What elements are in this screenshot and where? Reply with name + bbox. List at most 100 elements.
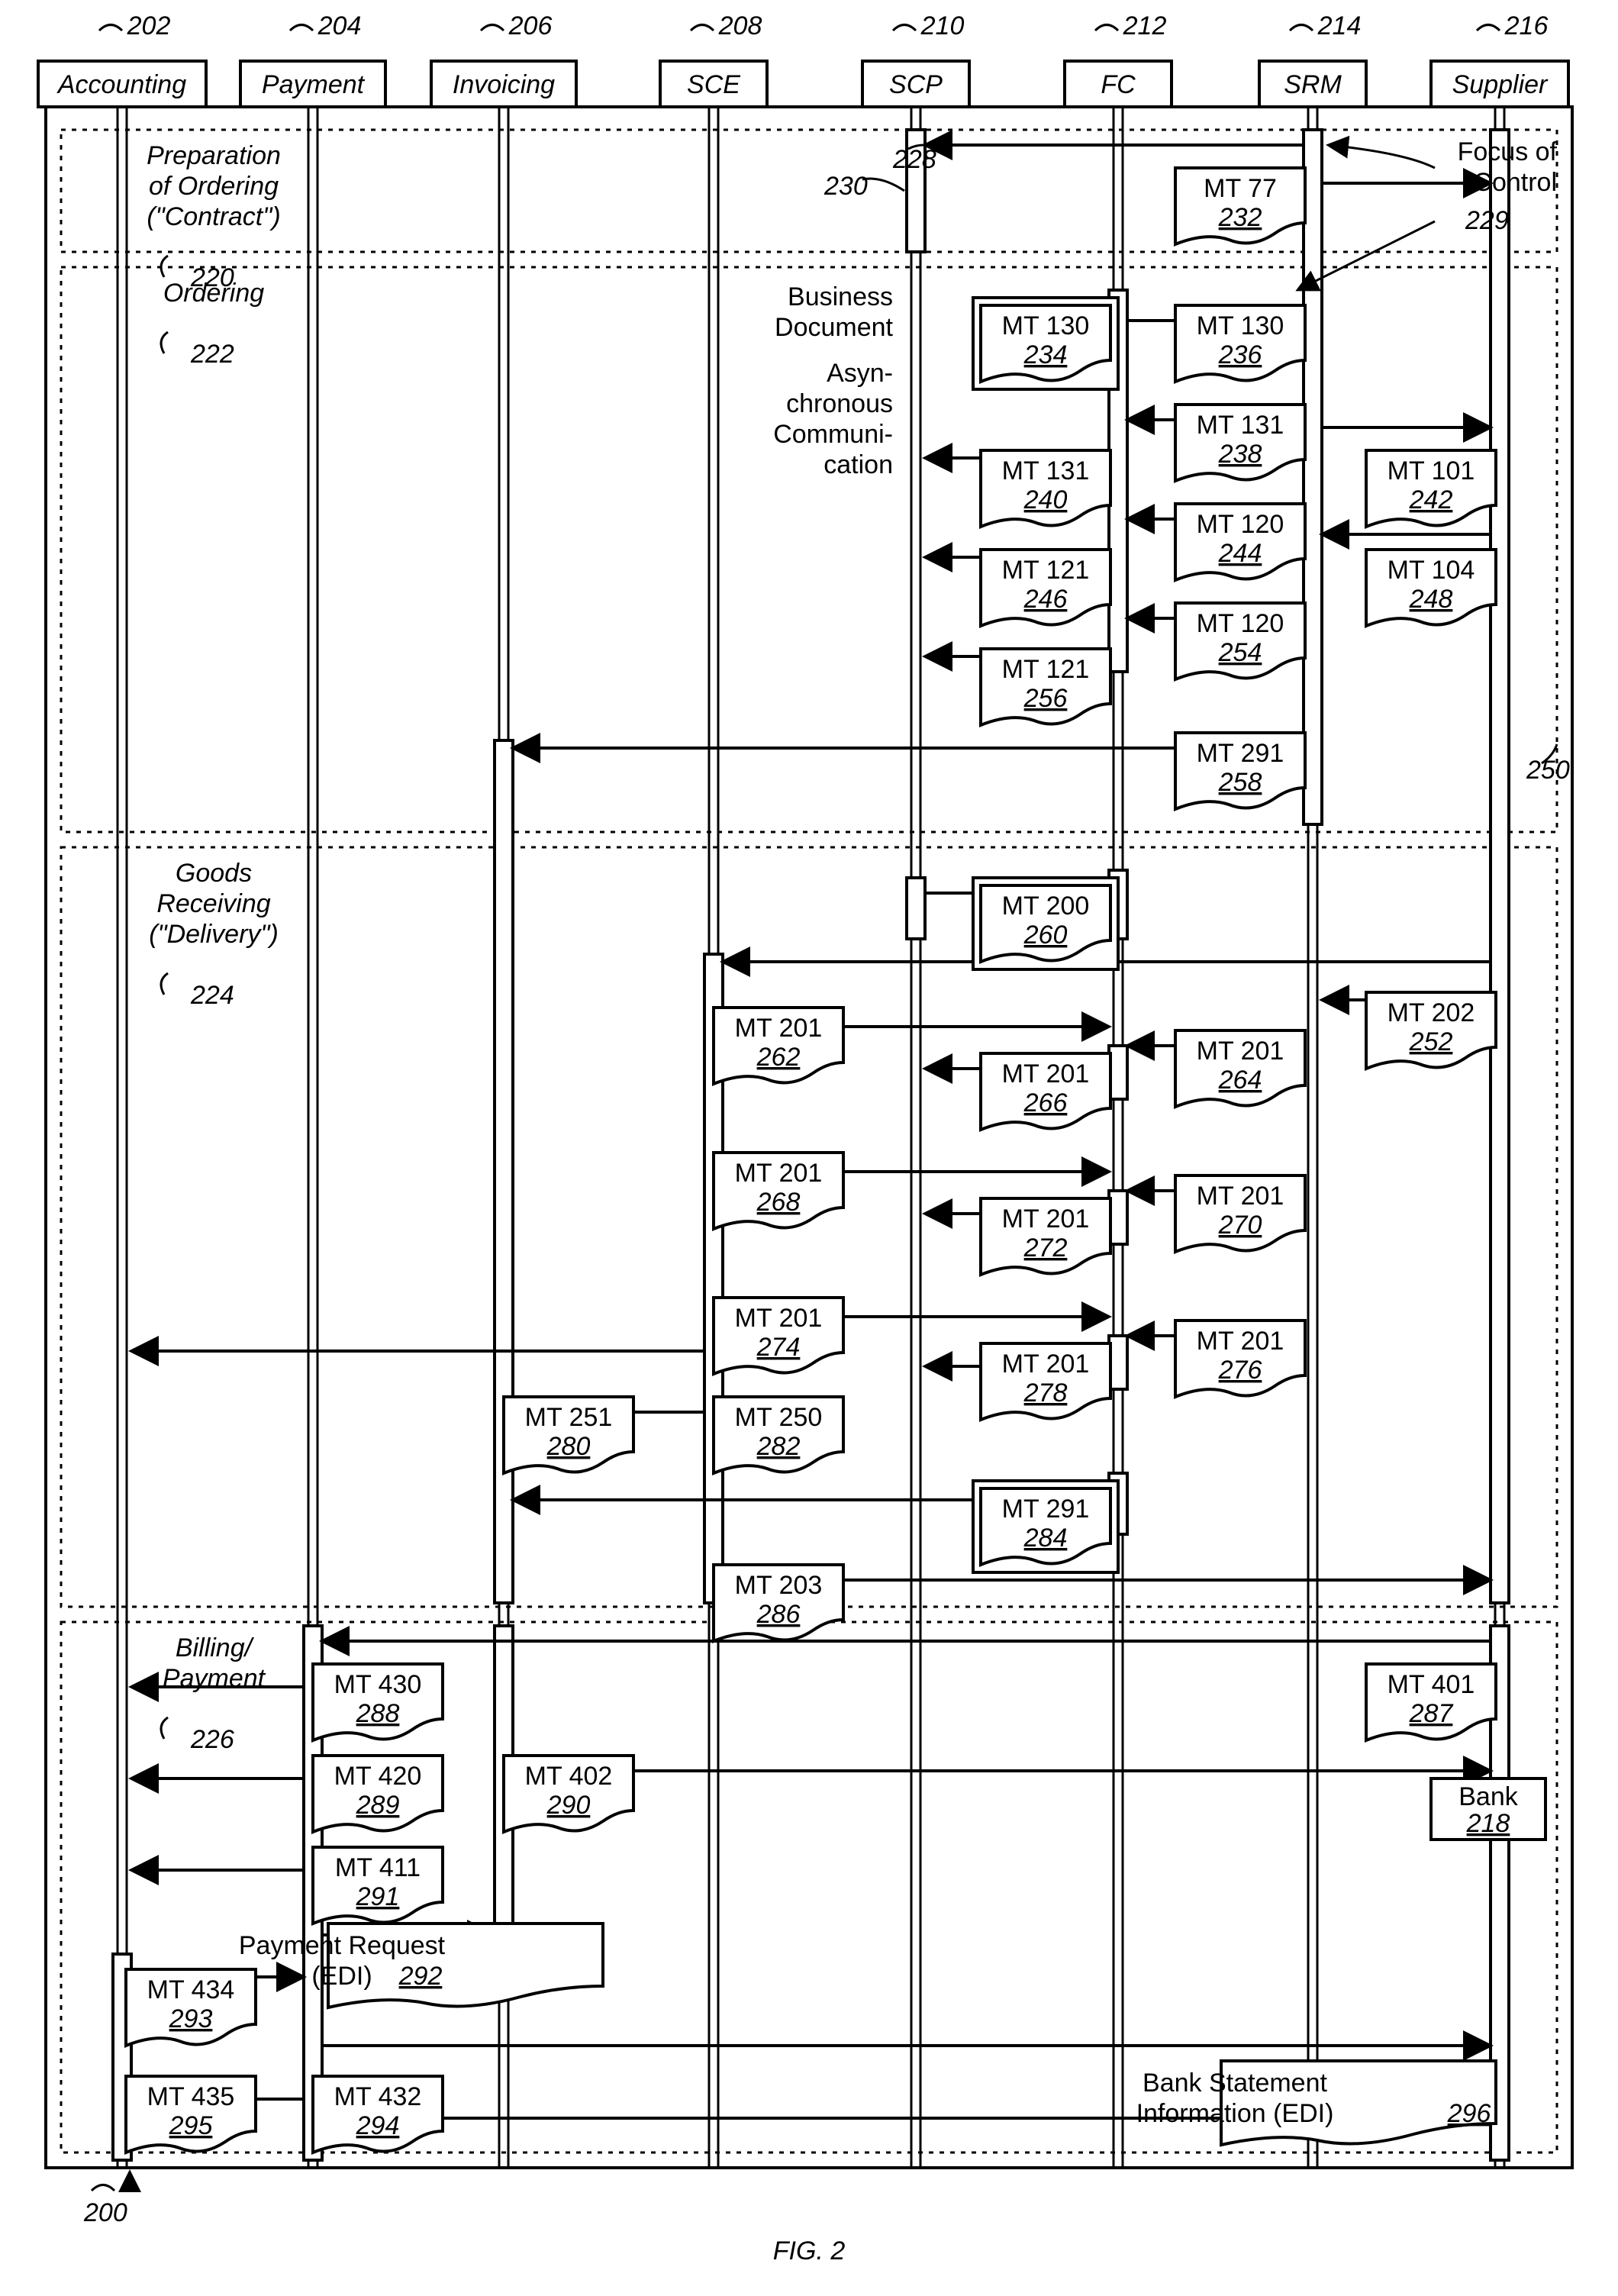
doc-ref: 258	[1218, 768, 1262, 797]
svg-text:229: 229	[1465, 206, 1509, 235]
doc-name: MT 202	[1388, 998, 1475, 1027]
svg-text:Asyn-: Asyn-	[827, 359, 893, 388]
doc-ref: 236	[1218, 340, 1262, 369]
doc-ref: 295	[169, 2111, 213, 2140]
doc-name: MT 131	[1197, 411, 1284, 440]
figure-label: FIG. 2	[773, 2236, 846, 2265]
lane-header-label: SCE	[687, 70, 740, 99]
doc-ref: 290	[546, 1791, 591, 1820]
svg-text:(EDI): (EDI)	[311, 1962, 372, 1991]
phase-label: ("Delivery")	[149, 920, 279, 949]
doc-name: MT 411	[335, 1853, 421, 1882]
doc-name: MT 250	[735, 1403, 823, 1432]
doc-name: MT 201	[735, 1014, 823, 1043]
phase-label: Preparation	[147, 141, 281, 170]
doc-name: MT 430	[334, 1670, 422, 1699]
doc-name: MT 203	[735, 1571, 823, 1600]
svg-text:200: 200	[83, 2198, 127, 2227]
svg-text:204: 204	[317, 11, 362, 40]
doc-ref: 264	[1218, 1066, 1262, 1095]
doc-name: MT 201	[1197, 1327, 1284, 1356]
lane-header-label: FC	[1101, 70, 1136, 99]
doc-name: MT 201	[1002, 1059, 1090, 1088]
svg-text:Bank Statement: Bank Statement	[1143, 2069, 1327, 2098]
doc-name: MT 130	[1002, 311, 1090, 340]
doc-ref: 272	[1023, 1233, 1068, 1262]
phase-label: Ordering	[163, 279, 264, 308]
svg-text:296: 296	[1447, 2099, 1491, 2128]
doc-ref: 262	[756, 1043, 801, 1072]
svg-text:Information (EDI): Information (EDI)	[1136, 2099, 1334, 2128]
doc-name: MT 291	[1197, 739, 1284, 768]
doc-name: MT 434	[147, 1975, 235, 2004]
doc-name: MT 131	[1002, 456, 1090, 485]
doc-ref: 280	[546, 1432, 591, 1461]
svg-text:210: 210	[920, 11, 965, 40]
doc-ref: 286	[756, 1600, 801, 1629]
lane-header-label: Supplier	[1452, 70, 1549, 99]
doc-name: MT 291	[1002, 1495, 1090, 1524]
doc-name: MT 120	[1197, 609, 1284, 638]
svg-text:230: 230	[824, 172, 868, 201]
doc-ref: 288	[356, 1699, 400, 1728]
doc-ref: 234	[1023, 340, 1068, 369]
doc-name: MT 201	[1197, 1182, 1284, 1211]
doc-ref: 232	[1218, 203, 1262, 232]
doc-name: MT 201	[1002, 1204, 1090, 1233]
doc-name: MT 77	[1204, 174, 1277, 203]
svg-text:Document: Document	[775, 313, 894, 342]
svg-text:292: 292	[398, 1962, 443, 1991]
doc-name: MT 432	[334, 2082, 422, 2111]
doc-name: MT 130	[1197, 311, 1284, 340]
doc-name: MT 201	[1002, 1350, 1090, 1379]
svg-text:chronous: chronous	[786, 389, 893, 418]
doc-ref: 294	[356, 2111, 400, 2140]
phase-label: ("Contract")	[147, 202, 280, 231]
svg-text:Control: Control	[1473, 168, 1557, 197]
doc-name: MT 101	[1388, 456, 1475, 485]
doc-ref: 256	[1023, 684, 1068, 713]
svg-text:226: 226	[190, 1725, 234, 1754]
svg-text:Bank: Bank	[1458, 1782, 1518, 1811]
doc-ref: 268	[756, 1188, 801, 1217]
doc-ref: 242	[1409, 485, 1453, 514]
lane-header-label: Payment	[262, 70, 366, 99]
doc-name: MT 201	[1197, 1037, 1284, 1066]
doc-ref: 289	[356, 1791, 400, 1820]
svg-text:214: 214	[1317, 11, 1362, 40]
doc-ref: 274	[756, 1333, 801, 1362]
focus-of-control	[1304, 130, 1322, 824]
lane-header-label: SCP	[889, 70, 943, 99]
svg-text:216: 216	[1504, 11, 1549, 40]
doc-ref: 266	[1023, 1088, 1068, 1117]
doc-ref: 287	[1409, 1699, 1454, 1728]
svg-text:Payment Request: Payment Request	[239, 1931, 446, 1960]
doc-ref: 284	[1023, 1524, 1068, 1553]
svg-text:208: 208	[718, 11, 762, 40]
doc-ref: 278	[1023, 1379, 1068, 1408]
svg-text:224: 224	[190, 981, 234, 1010]
svg-text:cation: cation	[824, 450, 893, 479]
doc-name: MT 435	[147, 2082, 235, 2111]
doc-name: MT 200	[1002, 892, 1090, 921]
svg-text:218: 218	[1466, 1809, 1510, 1838]
doc-ref: 244	[1218, 539, 1262, 568]
doc-ref: 276	[1218, 1356, 1262, 1385]
focus-of-control	[907, 878, 925, 939]
lane-header-label: Invoicing	[453, 70, 555, 99]
phase-label: Goods	[176, 859, 252, 888]
svg-text:202: 202	[127, 11, 171, 40]
doc-name: MT 201	[735, 1159, 823, 1188]
phase-frame	[61, 130, 1557, 252]
doc-ref: 270	[1218, 1211, 1262, 1240]
svg-text:212: 212	[1123, 11, 1167, 40]
doc-name: MT 420	[334, 1762, 422, 1791]
doc-ref: 238	[1218, 440, 1262, 469]
svg-text:Communi-: Communi-	[773, 420, 893, 449]
svg-text:206: 206	[508, 11, 553, 40]
lane-header-label: Accounting	[56, 70, 186, 99]
doc-ref: 291	[356, 1882, 400, 1911]
doc-name: MT 104	[1388, 556, 1475, 585]
doc-name: MT 121	[1002, 655, 1090, 684]
doc-name: MT 121	[1002, 556, 1090, 585]
